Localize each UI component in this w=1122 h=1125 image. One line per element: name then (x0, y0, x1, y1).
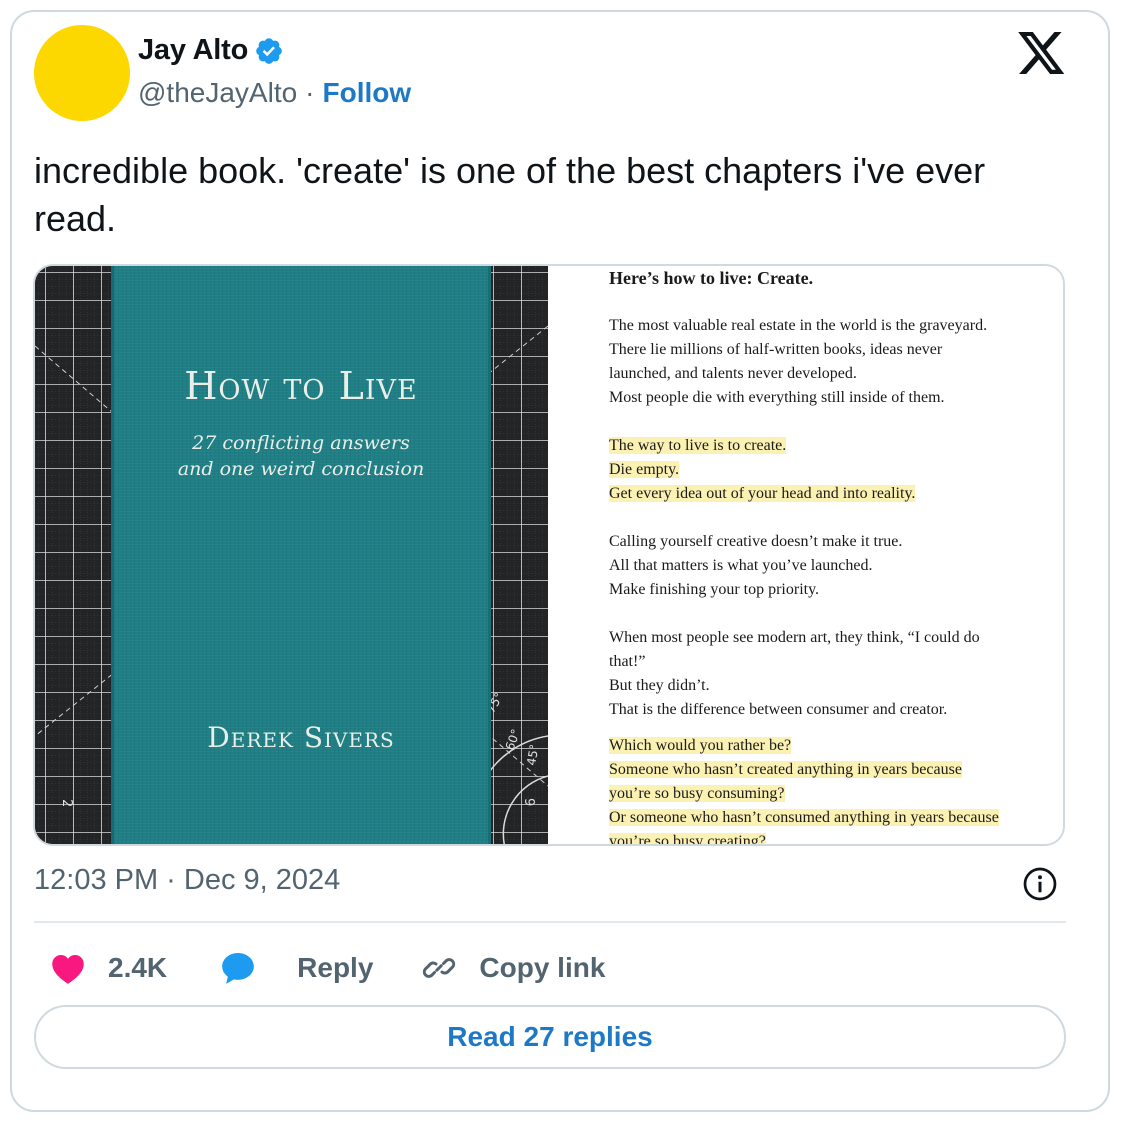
separator-dot: · (305, 77, 315, 108)
excerpt-line-text: Get every idea out of your head and into… (609, 485, 916, 502)
excerpt-line: But they didn’t. (609, 674, 980, 698)
author-name[interactable]: Jay Alto (138, 34, 248, 67)
author-handle[interactable]: @theJayAlto (138, 77, 297, 109)
like-button[interactable]: 2.4K (34, 951, 167, 985)
excerpt-highlighted-paragraph: The way to live is to create. Die empty. G… (609, 434, 916, 506)
excerpt-line-text: Die empty. (609, 461, 680, 478)
excerpt-line: All that matters is what you’ve launched… (609, 554, 902, 578)
author-name-row: Jay Alto (138, 34, 284, 67)
excerpt-line: The most valuable real estate in the wor… (609, 314, 987, 338)
excerpt-line: Which would you rather be? (609, 734, 999, 758)
heart-icon (52, 954, 84, 984)
excerpt-line-text: Make finishing your top priority. (609, 581, 820, 598)
excerpt-title: Here’s how to live: Create. (609, 268, 814, 288)
excerpt-line-text: Someone who hasn’t created anything in y… (609, 761, 962, 778)
book-subtitle-line-1: 27 conflicting answers (192, 432, 410, 454)
avatar[interactable] (34, 25, 130, 121)
book-excerpt-image[interactable]: Here’s how to live: Create. The most val… (551, 266, 1063, 844)
excerpt-line: Die empty. (609, 458, 915, 482)
reply-label: Reply (297, 952, 374, 983)
excerpt-line-text: Which would you rather be? (609, 737, 792, 754)
excerpt-paragraph: The most valuable real estate in the wor… (609, 314, 987, 410)
copy-link-button[interactable]: Copy link (421, 950, 605, 986)
excerpt-line: that!” (609, 650, 980, 674)
book-author: Derek Sivers (207, 721, 395, 754)
book-title: How to Live (184, 364, 418, 408)
excerpt-line-text: But they didn’t. (609, 677, 710, 694)
excerpt-line-text: Or someone who hasn’t consumed anything … (609, 809, 999, 826)
excerpt-line-text: All that matters is what you’ve launched… (609, 557, 873, 574)
excerpt-line-text: Most people die with everything still in… (609, 389, 945, 406)
mat-label-9: 9 (521, 798, 536, 806)
divider (34, 921, 1066, 923)
excerpt-line: you’re so busy creating? (609, 830, 999, 844)
excerpt-line-text: The most valuable real estate in the wor… (609, 317, 988, 334)
excerpt-line-text: There lie millions of half-written books… (609, 341, 943, 358)
book-subtitle-line-2: and one weird conclusion (177, 458, 425, 480)
book-photo[interactable]: 75° 60° 45° 2 9 How to Live 27 conflicti… (35, 266, 548, 844)
x-logo-icon[interactable] (1018, 32, 1066, 76)
excerpt-line: There lie millions of half-written books… (609, 338, 987, 362)
copy-link-label: Copy link (479, 952, 606, 983)
excerpt-line: Calling yourself creative doesn’t make i… (609, 530, 902, 554)
book-subtitle: 27 conflicting answers and one weird con… (114, 430, 488, 482)
read-replies-button[interactable]: Read 27 replies (34, 1005, 1066, 1069)
reply-bubble-icon (222, 952, 254, 984)
reply-button[interactable]: Reply (219, 949, 373, 987)
excerpt-line: Get every idea out of your head and into… (609, 482, 916, 506)
excerpt-paragraph: Calling yourself creative doesn’t make i… (609, 530, 902, 602)
book-cover: How to Live 27 conflicting answers and o… (111, 266, 491, 844)
excerpt-line-text: that!” (609, 653, 646, 670)
tweet-media[interactable]: 75° 60° 45° 2 9 How to Live 27 conflicti… (33, 264, 1065, 846)
excerpt-line: The way to live is to create. (609, 434, 915, 458)
excerpt-line: you’re so busy consuming? (609, 782, 999, 806)
excerpt-line: Most people die with everything still in… (609, 386, 987, 410)
excerpt-line-text: The way to live is to create. (609, 437, 787, 454)
excerpt-line-text: Calling yourself creative doesn’t make i… (609, 533, 903, 550)
info-icon[interactable] (1022, 866, 1058, 902)
excerpt-line: Make finishing your top priority. (609, 578, 902, 602)
tweet-text: incredible book. 'create' is one of the … (34, 150, 986, 239)
excerpt-line-text: you’re so busy creating? (609, 833, 766, 844)
excerpt-line: Someone who hasn’t created anything in y… (609, 758, 999, 782)
excerpt-paragraph: When most people see modern art, they th… (609, 626, 980, 722)
excerpt-line-text: When most people see modern art, they th… (609, 629, 980, 646)
excerpt-line: Or someone who hasn’t consumed anything … (609, 806, 999, 830)
verified-badge-icon (256, 37, 282, 64)
excerpt-line-text: you’re so busy consuming? (609, 785, 785, 802)
tweet-actions: 2.4K Reply Copy link (34, 944, 605, 992)
excerpt-line: launched, and talents never developed. (609, 362, 987, 386)
follow-button[interactable]: Follow (323, 77, 412, 109)
author-handle-row: @theJayAlto · Follow (138, 77, 411, 109)
timestamp[interactable]: 12:03 PM · Dec 9, 2024 (34, 864, 340, 897)
excerpt-line: When most people see modern art, they th… (609, 626, 980, 650)
excerpt-highlighted-paragraph: Which would you rather be? Someone who ha… (609, 734, 999, 844)
mat-label-2: 2 (59, 799, 74, 807)
excerpt-line-text: launched, and talents never developed. (609, 365, 857, 382)
like-count: 2.4K (108, 952, 168, 983)
excerpt-line: That is the difference between consumer … (609, 698, 980, 722)
link-icon (423, 958, 456, 978)
excerpt-line-text: That is the difference between consumer … (609, 701, 948, 718)
